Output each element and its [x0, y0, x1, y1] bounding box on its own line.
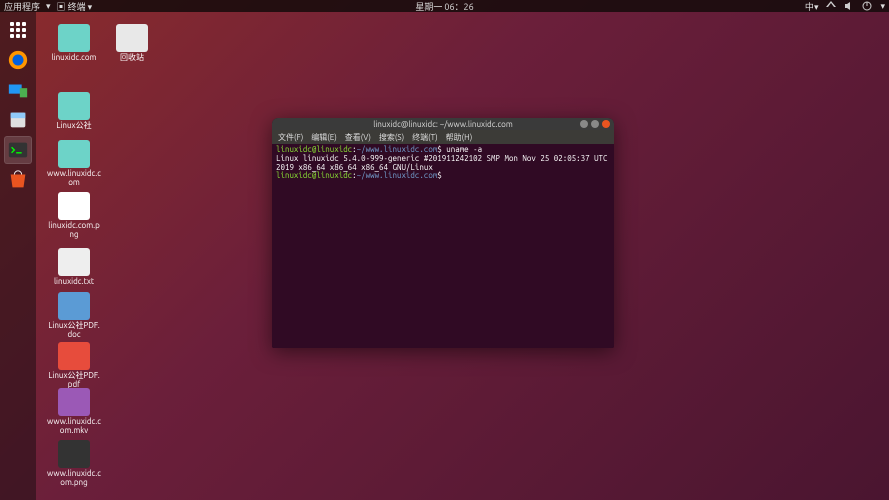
icon-label: linuxidc.txt: [46, 278, 102, 287]
terminal-title: linuxidc@linuxidc: ~/www.linuxidc.com: [373, 120, 512, 129]
desktop-icon[interactable]: Linux公社: [46, 92, 102, 131]
desktop-icon[interactable]: www.linuxidc.com.mkv: [46, 388, 102, 436]
maximize-button[interactable]: [591, 120, 599, 128]
close-button[interactable]: [602, 120, 610, 128]
desktop-icon[interactable]: linuxidc.txt: [46, 248, 102, 287]
grid-icon: [10, 22, 26, 38]
desktop-icon[interactable]: linuxidc.com: [46, 24, 102, 63]
apps-menu[interactable]: 应用程序: [4, 0, 40, 13]
network-icon[interactable]: [826, 1, 836, 11]
terminal-menu-item[interactable]: 查看(V): [345, 132, 371, 143]
icon-label: www.linuxidc.com: [46, 170, 102, 188]
firefox-launcher[interactable]: [4, 46, 32, 74]
file-icon: [58, 24, 90, 52]
terminal-icon: [7, 139, 29, 161]
terminal-launcher[interactable]: [4, 136, 32, 164]
clock[interactable]: 星期一 06：26: [415, 2, 473, 12]
power-dropdown-icon[interactable]: ▾: [880, 1, 885, 12]
desktop-icon[interactable]: Linux公社PDF.doc: [46, 292, 102, 340]
file-icon: [58, 92, 90, 120]
icon-label: www.linuxidc.com.mkv: [46, 418, 102, 436]
icon-label: www.linuxidc.com.png: [46, 470, 102, 488]
terminal-menu-item[interactable]: 帮助(H): [446, 132, 473, 143]
software-launcher[interactable]: [4, 166, 32, 194]
power-icon[interactable]: [862, 1, 872, 11]
desktop-icon[interactable]: Linux公社PDF.pdf: [46, 342, 102, 390]
desktop-icon[interactable]: www.linuxidc.com.png: [46, 440, 102, 488]
volume-icon[interactable]: [844, 1, 854, 11]
file-icon: [58, 248, 90, 276]
file-icon: [58, 292, 90, 320]
terminal-menu-item[interactable]: 搜索(S): [379, 132, 404, 143]
desktop-icon[interactable]: linuxidc.com.png: [46, 192, 102, 240]
icon-label: Linux公社PDF.pdf: [46, 372, 102, 390]
terminal-body[interactable]: linuxidc@linuxidc:~/www.linuxidc.com$ un…: [272, 144, 614, 348]
dock: [0, 12, 36, 500]
desktop-icon[interactable]: 回收站: [104, 24, 160, 63]
terminal-menu-item[interactable]: 文件(F): [278, 132, 303, 143]
terminal-window[interactable]: linuxidc@linuxidc: ~/www.linuxidc.com 文件…: [272, 118, 614, 348]
file-icon: [58, 192, 90, 220]
devices-launcher[interactable]: [4, 76, 32, 104]
terminal-menu-indicator[interactable]: ▣ 终端 ▾: [57, 0, 93, 13]
desktop-icon[interactable]: www.linuxidc.com: [46, 140, 102, 188]
ime-indicator[interactable]: 中▾: [805, 0, 819, 13]
shopping-bag-icon: [7, 169, 29, 191]
dash-button[interactable]: [4, 16, 32, 44]
file-icon: [58, 140, 90, 168]
file-icon: [58, 388, 90, 416]
terminal-menubar: 文件(F) 编辑(E) 查看(V) 搜索(S) 终端(T) 帮助(H): [272, 130, 614, 144]
devices-icon: [7, 79, 29, 101]
terminal-titlebar[interactable]: linuxidc@linuxidc: ~/www.linuxidc.com: [272, 118, 614, 130]
file-icon: [116, 24, 148, 52]
icon-label: linuxidc.com.png: [46, 222, 102, 240]
minimize-button[interactable]: [580, 120, 588, 128]
file-icon: [58, 440, 90, 468]
terminal-menu-item[interactable]: 终端(T): [412, 132, 438, 143]
files-icon: [7, 109, 29, 131]
terminal-menu-item[interactable]: 编辑(E): [311, 132, 337, 143]
firefox-icon: [7, 49, 29, 71]
icon-label: 回收站: [104, 54, 160, 63]
apps-dropdown-icon[interactable]: ▾: [46, 1, 51, 12]
files-launcher[interactable]: [4, 106, 32, 134]
icon-label: Linux公社: [46, 122, 102, 131]
top-bar: 应用程序 ▾ ▣ 终端 ▾ 星期一 06：26 中▾ ▾: [0, 0, 889, 12]
icon-label: Linux公社PDF.doc: [46, 322, 102, 340]
file-icon: [58, 342, 90, 370]
icon-label: linuxidc.com: [46, 54, 102, 63]
